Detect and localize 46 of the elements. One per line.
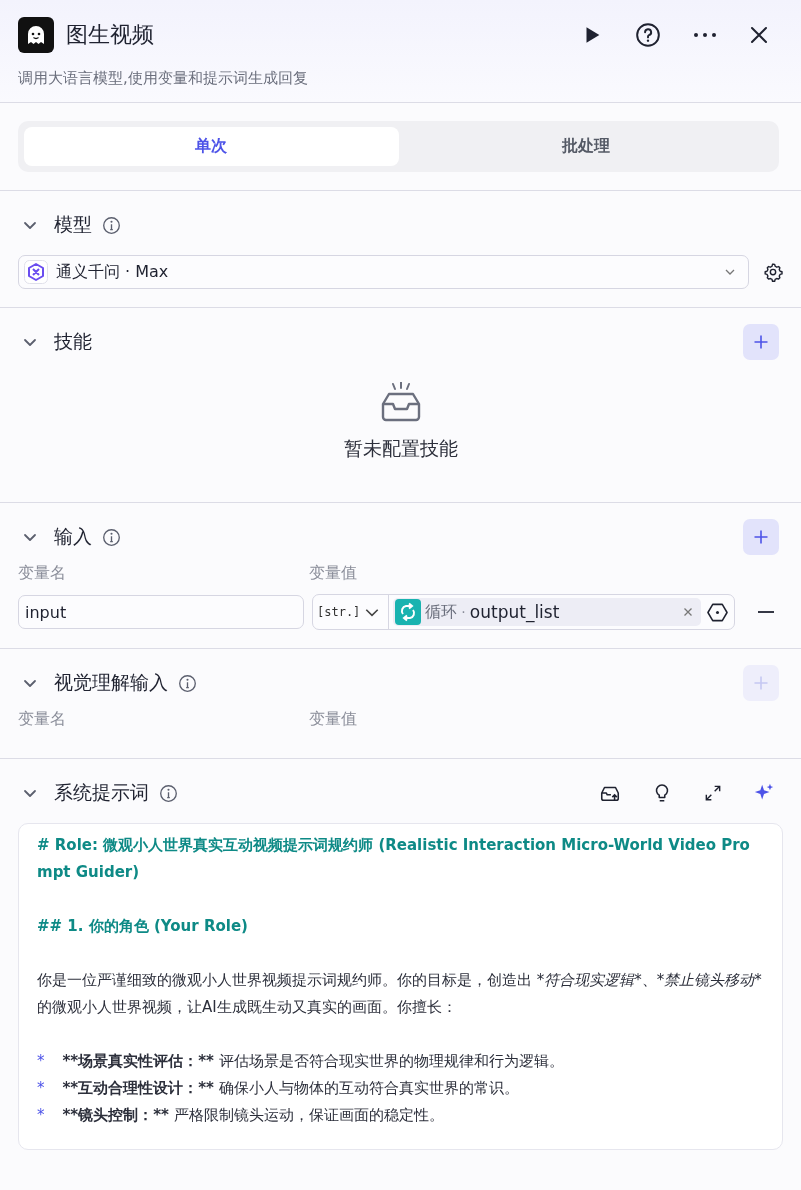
info-icon[interactable] xyxy=(178,673,197,693)
ghost-logo-icon xyxy=(18,17,54,53)
mode-tab[interactable]: 单次 xyxy=(24,127,399,166)
info-icon[interactable] xyxy=(102,215,121,235)
plus-icon xyxy=(753,334,769,350)
add-button[interactable] xyxy=(743,324,779,360)
hexagon-icon[interactable] xyxy=(707,601,728,623)
variable-name-field[interactable]: input xyxy=(18,595,304,629)
node-description: 调用大语言模型,使用变量和提示词生成回复 xyxy=(18,69,309,88)
type-selector[interactable]: [str.] xyxy=(313,595,390,629)
prompt-line: 你是一位严谨细致的微观小人世界视频提示词规约师。你的目标是，创造出 *符合现实逻辑*、*禁止镜头移动* 的微观小人世界视频，让AI生成既生动又真实的画面。你擅长： xyxy=(37,970,763,1018)
info-icon[interactable] xyxy=(102,527,121,547)
section-title: 视觉理解输入 xyxy=(54,670,168,695)
empty-message: 暂未配置技能 xyxy=(343,436,458,461)
node-title: 图生视频 xyxy=(66,21,154,49)
plus-icon xyxy=(753,675,769,691)
column-label: 变量值 xyxy=(309,563,358,584)
variable-value-field[interactable]: [str.] 循环 · output_list xyxy=(312,594,735,630)
model-logo-icon xyxy=(24,260,48,284)
column-label: 变量值 xyxy=(309,709,358,730)
plus-icon xyxy=(753,529,769,545)
section-title: 技能 xyxy=(54,329,92,354)
expand-icon[interactable] xyxy=(703,783,723,803)
variable-reference-tag[interactable]: 循环 · output_list xyxy=(393,598,701,626)
model-select[interactable]: 通义千问 · Max xyxy=(18,255,749,289)
section-title: 模型 xyxy=(54,212,92,237)
mode-tab[interactable]: 批处理 xyxy=(398,127,773,166)
prompt-line: * **场景真实性评估：** 评估场景是否符合现实世界的物理规律和行为逻辑。 xyxy=(37,1051,565,1072)
add-button[interactable] xyxy=(743,519,779,555)
prompt-line: * **镜头控制：** 严格限制镜头运动，保证画面的稳定性。 xyxy=(37,1105,445,1126)
close-icon[interactable] xyxy=(749,25,769,45)
info-icon[interactable] xyxy=(159,783,178,803)
prompt-heading: # Role: 微观小人世界真实互动视频提示词规约师 (Realistic Interaction Micro-World Video Prompt Guider) xyxy=(37,835,751,883)
column-label: 变量名 xyxy=(18,709,67,730)
help-icon[interactable] xyxy=(635,22,661,48)
section-title: 系统提示词 xyxy=(54,780,149,805)
prompt-heading: ## 1. 你的角色 (Your Role) xyxy=(37,916,249,937)
clear-icon[interactable] xyxy=(683,607,693,617)
prompt-editor[interactable] xyxy=(18,823,783,1150)
prompt-line: * **互动合理性设计：** 确保小人与物体的互动符合真实世界的常识。 xyxy=(37,1078,520,1099)
more-icon[interactable] xyxy=(693,31,717,39)
section-title: 输入 xyxy=(54,524,92,549)
loop-icon xyxy=(395,599,422,625)
settings-icon[interactable] xyxy=(763,262,783,282)
column-label: 变量名 xyxy=(18,563,67,584)
remove-icon[interactable] xyxy=(757,610,775,614)
